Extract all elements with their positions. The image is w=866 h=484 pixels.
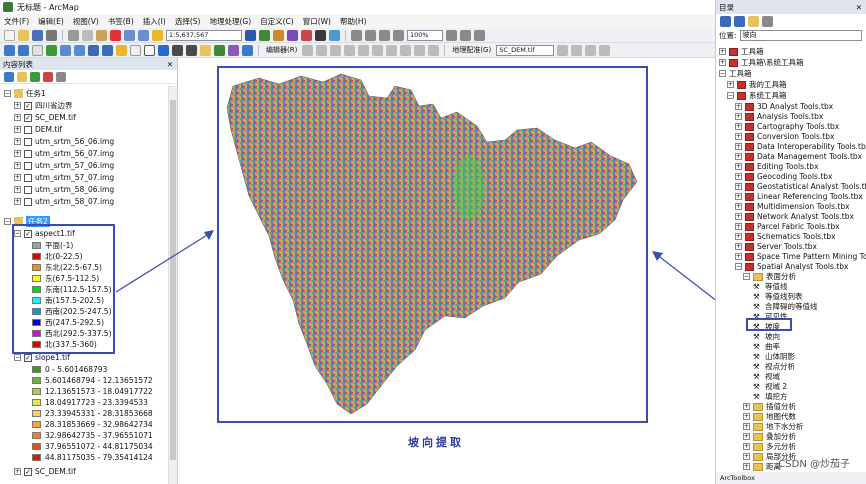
toolbox-icon [745,152,754,161]
toolbox-icon [745,232,754,241]
toolbox-icon [729,58,738,67]
arctoolbox-tab[interactable]: ArcToolbox [720,474,755,482]
hammer-icon: ⚒ [753,392,760,401]
toolset-icon [753,422,763,431]
catalog-location-bar: 位置: 坡向 [716,28,866,42]
watermark-text: CSDN @炒茄子 [778,459,850,470]
toolbox-icon [737,80,746,89]
toggle-contents-icon[interactable] [762,15,773,27]
hammer-icon: ⚒ [753,382,760,391]
up-one-level-icon[interactable] [734,15,745,27]
expand-icon[interactable]: + [743,433,750,440]
collapse-icon[interactable]: − [727,92,734,99]
catalog-header: 目录 ✕ [716,0,866,14]
toolset-icon [753,412,763,421]
toolbox-icon [729,47,738,56]
catalog-toolbar [716,14,866,28]
collapse-icon[interactable]: − [735,263,742,270]
collapse-icon[interactable]: − [719,70,726,77]
toolbox-icon [745,222,754,231]
expand-icon[interactable]: + [727,81,734,88]
hammer-icon: ⚒ [753,302,760,311]
catalog-footer-tabs: ArcToolbox [716,472,866,484]
hammer-icon: ⚒ [753,352,760,361]
expand-icon[interactable]: + [735,103,742,110]
toolbox-icon [745,132,754,141]
expand-icon[interactable]: + [743,403,750,410]
expand-icon[interactable]: + [735,223,742,230]
back-icon[interactable] [720,15,731,27]
toolset-icon [753,432,763,441]
hammer-icon: ⚒ [753,342,760,351]
toolbox-icon [745,112,754,121]
toolset-icon [753,452,763,461]
toolset-item[interactable]: + 距离 [743,461,781,472]
catalog-panel: 目录 ✕ 位置: 坡向 + 工具箱 + 工具箱\系统工具箱 − 工具箱 + 我的工具箱 … [715,0,866,484]
location-value: 坡向 [742,31,757,39]
expand-icon[interactable]: + [735,163,742,170]
expand-icon[interactable]: + [735,183,742,190]
toolbox-icon [745,192,754,201]
toolbox-icon [745,172,754,181]
hammer-icon: ⚒ [753,362,760,371]
toolbox-icon [745,242,754,251]
catalog-title: 目录 [719,2,734,12]
toolbox-icon [745,162,754,171]
toolset-icon [753,462,763,471]
hammer-icon: ⚒ [753,332,760,341]
hammer-icon: ⚒ [753,372,760,381]
toolset-icon [753,442,763,451]
expand-icon[interactable]: + [743,463,750,470]
catalog-item[interactable]: + 工具箱\系统工具箱 [719,57,804,68]
expand-icon[interactable]: + [743,453,750,460]
expand-icon[interactable]: + [743,443,750,450]
expand-icon[interactable]: + [719,48,726,55]
toolbox-icon [745,252,754,261]
expand-icon[interactable]: + [743,423,750,430]
aspect-tool-highlight-box [746,318,792,331]
toolbox-icon [737,91,746,100]
expand-icon[interactable]: + [719,59,726,66]
toolbox-icon [745,262,754,271]
expand-icon[interactable]: + [735,123,742,130]
hammer-icon: ⚒ [753,292,760,301]
toolset-icon [753,272,763,281]
expand-icon[interactable]: + [735,253,742,260]
expand-icon[interactable]: + [735,233,742,240]
catalog-item[interactable]: + 工具箱 [719,46,764,57]
close-icon[interactable]: ✕ [856,3,862,12]
toolbox-icon [745,202,754,211]
hammer-icon: ⚒ [753,282,760,291]
toolbox-icon [745,212,754,221]
catalog-item[interactable]: + 我的工具箱 [727,79,787,90]
expand-icon[interactable]: + [735,213,742,220]
toolbox-icon [745,182,754,191]
catalog-item[interactable]: − 系统工具箱 [727,90,787,101]
expand-icon[interactable]: + [735,203,742,210]
expand-icon[interactable]: + [735,133,742,140]
expand-icon[interactable]: + [735,153,742,160]
expand-icon[interactable]: + [743,413,750,420]
toolset-icon [753,402,763,411]
expand-icon[interactable]: + [735,243,742,250]
expand-icon[interactable]: + [735,143,742,150]
expand-icon[interactable]: + [735,113,742,120]
expand-icon[interactable]: + [735,193,742,200]
location-field[interactable]: 坡向 [739,29,862,41]
collapse-icon[interactable]: − [743,273,750,280]
expand-icon[interactable]: + [735,173,742,180]
catalog-item[interactable]: − 工具箱 [719,68,752,79]
toolbox-icon [745,122,754,131]
location-label: 位置: [719,30,737,40]
connect-folder-icon[interactable] [748,15,759,27]
toolbox-icon [745,102,754,111]
toolbox-icon [745,142,754,151]
